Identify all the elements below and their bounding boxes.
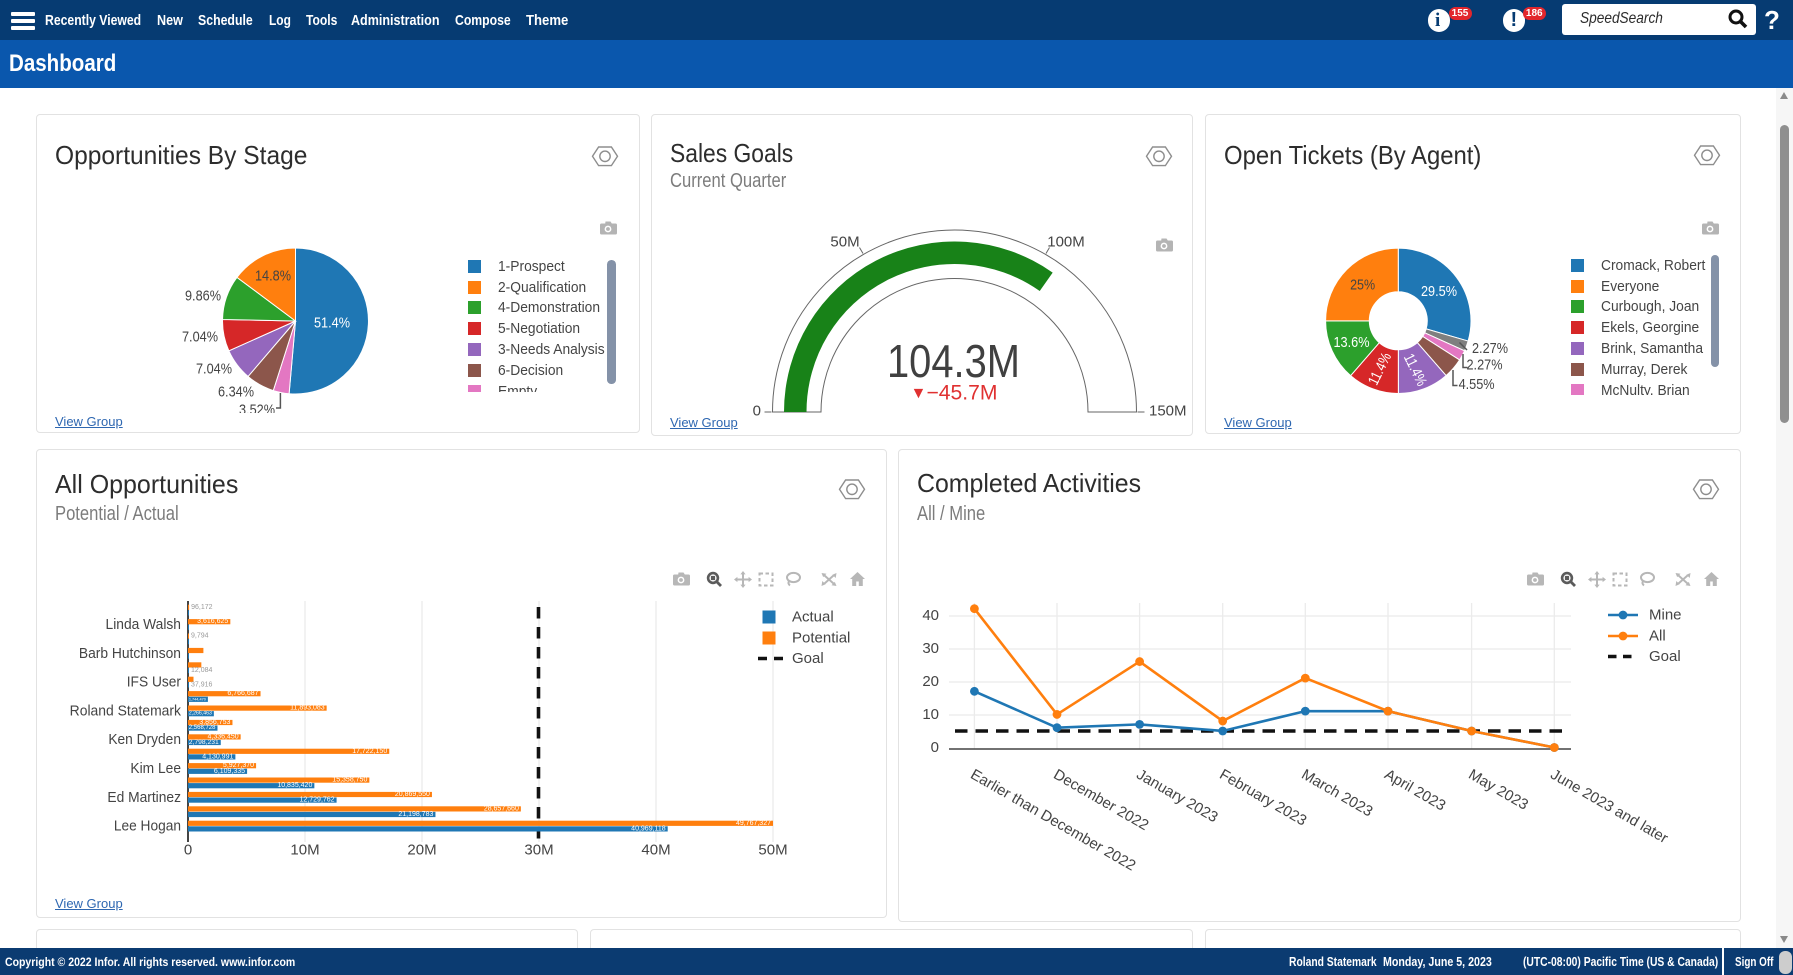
svg-text:3,616,625: 3,616,625 [197, 618, 228, 625]
svg-text:Goal: Goal [1649, 648, 1681, 665]
svg-text:Ed Martinez: Ed Martinez [107, 789, 181, 806]
svg-text:Potential: Potential [792, 630, 850, 647]
svg-text:Barb Hutchinson: Barb Hutchinson [79, 645, 181, 662]
svg-text:17,722,150: 17,722,150 [352, 748, 387, 755]
svg-text:Linda Walsh: Linda Walsh [106, 616, 181, 633]
svg-text:Mine: Mine [1649, 607, 1682, 624]
svg-text:0: 0 [753, 403, 761, 420]
svg-text:6.34%: 6.34% [218, 384, 254, 401]
svg-text:20: 20 [922, 673, 939, 690]
svg-text:20,869,550: 20,869,550 [395, 791, 430, 798]
svg-text:2,798,231: 2,798,231 [189, 739, 219, 746]
svg-text:2,266,463: 2,266,463 [189, 711, 212, 717]
svg-text:6,109,335: 6,109,335 [214, 768, 245, 775]
svg-text:▼−45.7M: ▼−45.7M [911, 382, 998, 405]
svg-text:51.4%: 51.4% [314, 315, 350, 332]
svg-text:Roland Statemark: Roland Statemark [70, 702, 182, 719]
svg-text:2.27%: 2.27% [1472, 340, 1508, 357]
svg-text:14.8%: 14.8% [255, 268, 291, 285]
svg-text:4.55%: 4.55% [1459, 376, 1495, 393]
svg-text:11,893,083: 11,893,083 [290, 705, 325, 712]
svg-text:96,172: 96,172 [191, 604, 213, 611]
svg-text:50M: 50M [830, 234, 859, 251]
svg-text:37,916: 37,916 [191, 681, 213, 688]
svg-text:1,744,470: 1,744,470 [189, 697, 206, 701]
svg-text:Goal: Goal [792, 650, 824, 667]
svg-text:IFS User: IFS User [127, 674, 181, 691]
svg-text:9,794: 9,794 [191, 633, 209, 640]
svg-text:9.86%: 9.86% [185, 288, 221, 305]
svg-text:104.3M: 104.3M [887, 335, 1020, 387]
svg-text:40: 40 [922, 607, 939, 624]
svg-text:2.27%: 2.27% [1467, 357, 1503, 374]
svg-text:21,198,783: 21,198,783 [398, 811, 433, 818]
svg-text:3.52%: 3.52% [239, 402, 275, 419]
svg-text:150M: 150M [1149, 403, 1187, 420]
svg-text:7.04%: 7.04% [196, 361, 232, 378]
svg-text:6,766,687: 6,766,687 [227, 690, 258, 697]
svg-text:Ken Dryden: Ken Dryden [108, 731, 181, 748]
svg-text:10M: 10M [290, 842, 319, 859]
svg-text:10: 10 [922, 706, 939, 723]
svg-text:7.04%: 7.04% [182, 329, 218, 346]
svg-text:100M: 100M [1047, 234, 1085, 251]
svg-text:Lee Hogan: Lee Hogan [114, 818, 181, 835]
svg-text:49,767,327: 49,767,327 [736, 820, 771, 827]
svg-text:29.5%: 29.5% [1421, 283, 1457, 300]
svg-text:2,568,728: 2,568,728 [189, 725, 216, 731]
svg-text:30M: 30M [524, 842, 553, 859]
svg-text:12,729,762: 12,729,762 [300, 797, 335, 804]
svg-text:40M: 40M [641, 842, 670, 859]
svg-text:0: 0 [931, 739, 939, 756]
svg-text:20M: 20M [407, 842, 436, 859]
svg-text:10,835,420: 10,835,420 [277, 782, 312, 789]
svg-text:40,969,118: 40,969,118 [631, 825, 666, 832]
svg-text:25%: 25% [1350, 277, 1375, 294]
svg-text:30: 30 [922, 640, 939, 657]
svg-text:0: 0 [184, 842, 192, 859]
svg-text:28,657,660: 28,657,660 [484, 805, 519, 812]
svg-text:All: All [1649, 628, 1666, 645]
svg-text:Actual: Actual [792, 609, 834, 626]
svg-text:12,084: 12,084 [191, 667, 213, 674]
svg-text:50M: 50M [758, 842, 787, 859]
svg-text:4,130,991: 4,130,991 [202, 753, 233, 760]
svg-text:13.6%: 13.6% [1334, 334, 1370, 351]
svg-text:15,358,750: 15,358,750 [332, 777, 367, 784]
svg-text:Kim Lee: Kim Lee [130, 760, 181, 777]
